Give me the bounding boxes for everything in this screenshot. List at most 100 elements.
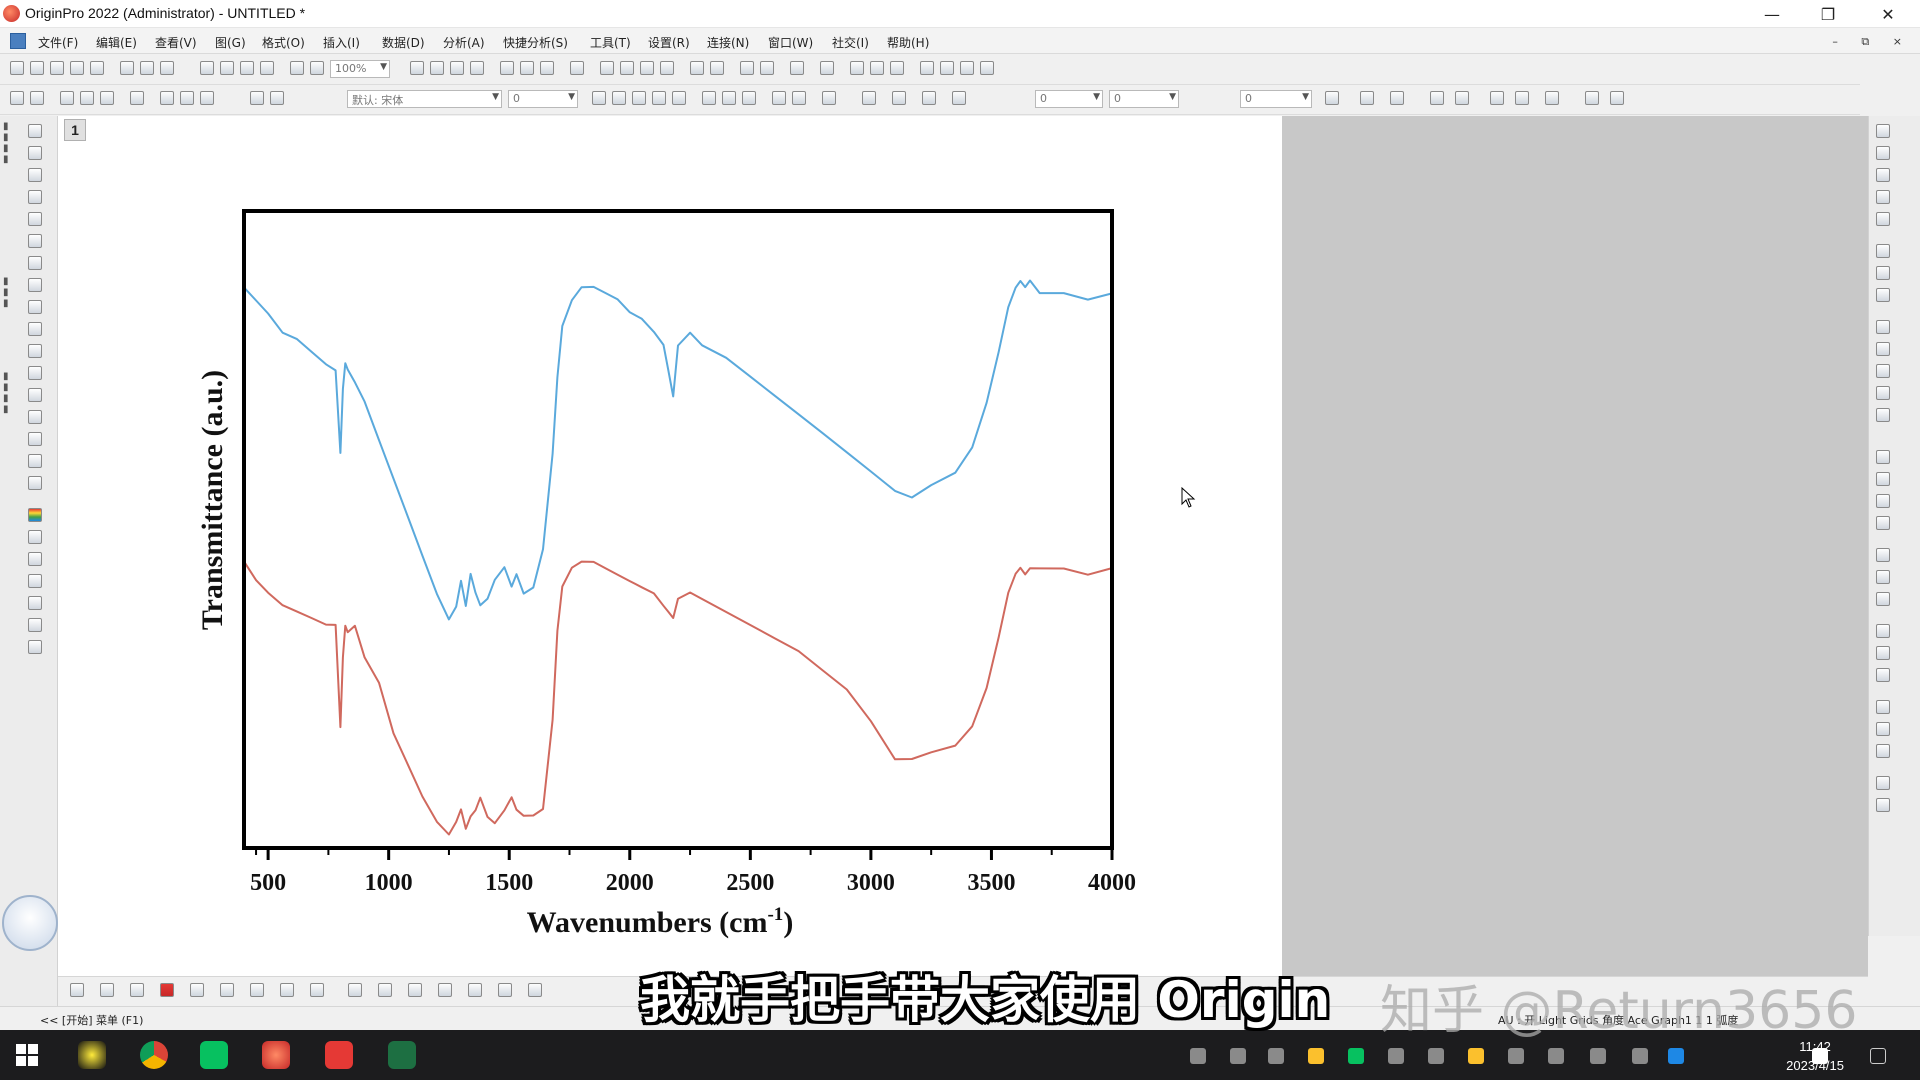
circle-tool-icon[interactable] (28, 410, 42, 424)
menu-help[interactable]: 帮助(H) (887, 34, 929, 51)
plot-setup-icon[interactable] (468, 983, 482, 997)
add-new-columns-icon[interactable] (570, 61, 584, 75)
export-icon[interactable] (1876, 624, 1890, 638)
delete-icon[interactable] (180, 91, 194, 105)
tray-wechat-icon[interactable] (1348, 1048, 1364, 1064)
scatter-plot-icon[interactable] (1876, 146, 1890, 160)
cell-icon[interactable] (80, 91, 94, 105)
qq-icon[interactable] (78, 1041, 106, 1069)
group-icon[interactable] (200, 91, 214, 105)
polar-icon[interactable] (1876, 408, 1890, 422)
y-axis-label[interactable]: Transmittance (a.u.) (196, 370, 229, 630)
symbol-size-select[interactable]: 0 ▼ (1240, 90, 1312, 108)
color-scale-icon[interactable] (660, 61, 674, 75)
new-legend-icon[interactable] (640, 61, 654, 75)
insert-icon[interactable] (160, 91, 174, 105)
left-align-icon[interactable] (772, 91, 786, 105)
save-template-icon[interactable] (260, 61, 274, 75)
menu-format[interactable]: 格式(O) (262, 34, 305, 51)
arrange-icon[interactable] (1876, 450, 1890, 464)
freehand-tool-icon[interactable] (28, 476, 42, 490)
rectangle-tool-icon[interactable] (28, 388, 42, 402)
font-color-icon[interactable] (822, 91, 836, 105)
tray-wifi-icon[interactable] (1548, 1048, 1564, 1064)
greek-icon[interactable] (702, 91, 716, 105)
baseline-icon[interactable] (1876, 744, 1890, 758)
project-explorer-icon[interactable] (430, 61, 444, 75)
add-plot-icon[interactable] (690, 61, 704, 75)
layer-management-icon[interactable] (528, 983, 542, 997)
merge-graphs-icon[interactable] (498, 983, 512, 997)
screen-reader-icon[interactable] (28, 212, 42, 226)
peak-icon[interactable] (1876, 776, 1890, 790)
menu-graph[interactable]: 图(G) (215, 34, 246, 51)
minimize-button[interactable]: — (1744, 0, 1800, 28)
distribute-icon[interactable] (270, 91, 284, 105)
apps-panel-strip[interactable] (1896, 116, 1920, 936)
flip-icon[interactable] (1876, 570, 1890, 584)
scale-icon[interactable] (1515, 91, 1529, 105)
subscript-icon[interactable] (672, 91, 686, 105)
underline-icon[interactable] (632, 91, 646, 105)
open-template-icon[interactable] (140, 61, 154, 75)
arrow-tool-icon[interactable] (28, 344, 42, 358)
set-y-icon[interactable] (870, 61, 884, 75)
column-plot-icon[interactable] (740, 61, 754, 75)
3d-plot-icon[interactable] (348, 983, 362, 997)
table-insert-icon[interactable] (28, 596, 42, 610)
line-symbol-icon[interactable] (130, 983, 144, 997)
new-notes-icon[interactable] (90, 61, 104, 75)
data-reader-icon[interactable] (28, 234, 42, 248)
style-toolbar-icon[interactable] (10, 91, 24, 105)
series-line-2[interactable] (243, 560, 1113, 836)
ftir-chart[interactable]: 500 1000 1500 2000 2500 3000 3500 4000 Transmit… (170, 195, 1160, 955)
restore-button[interactable]: ❐ (1800, 0, 1856, 28)
text-tool-icon[interactable] (28, 322, 42, 336)
add-layer-icon[interactable] (620, 61, 634, 75)
x-axis-label[interactable]: Wavenumbers (cm-1) (527, 904, 794, 939)
menu-insert[interactable]: 插入(I) (323, 34, 360, 51)
plot-frame[interactable] (242, 209, 1114, 850)
pattern-icon[interactable] (1325, 91, 1339, 105)
template-library-icon[interactable] (438, 983, 452, 997)
area-icon[interactable] (1876, 244, 1890, 258)
italic-icon[interactable] (612, 91, 626, 105)
copy-page-icon[interactable] (1876, 646, 1890, 660)
send-icon[interactable] (1876, 668, 1890, 682)
merge-icon[interactable] (1876, 472, 1890, 486)
bold-icon[interactable] (592, 91, 606, 105)
menu-analysis[interactable]: 分析(A) (443, 34, 485, 51)
3d-surface-icon[interactable] (378, 983, 392, 997)
series-line-1[interactable] (243, 279, 1113, 621)
open-icon[interactable] (120, 61, 134, 75)
object-manager-icon[interactable] (540, 61, 554, 75)
font-size-select[interactable]: 0 ▼ (508, 90, 578, 108)
align-icon[interactable] (250, 91, 264, 105)
move-up-icon[interactable] (960, 61, 974, 75)
tray-search-icon[interactable] (1668, 1048, 1684, 1064)
line-width-select[interactable]: 0 ▼ (1109, 90, 1179, 108)
statistics-plot-icon[interactable] (220, 983, 234, 997)
results-log-icon[interactable] (450, 61, 464, 75)
symbol-color-icon[interactable] (952, 91, 966, 105)
magnify-icon[interactable] (1430, 91, 1444, 105)
menu-data[interactable]: 数据(D) (382, 34, 425, 51)
tray-battery-icon[interactable] (1508, 1048, 1524, 1064)
tray-pen-icon[interactable] (1590, 1048, 1606, 1064)
pattern-color-icon[interactable] (892, 91, 906, 105)
line-plot-icon[interactable] (70, 983, 84, 997)
import-wizard-icon[interactable] (220, 61, 234, 75)
zoom-select[interactable]: 100% ▼ (330, 60, 390, 78)
menu-tools[interactable]: 工具(T) (590, 34, 631, 51)
move-right-icon[interactable] (940, 61, 954, 75)
zoom-in-icon[interactable] (28, 168, 42, 182)
draw-data-icon[interactable] (28, 278, 42, 292)
plot-area[interactable] (242, 209, 1114, 850)
scatter-plot-icon[interactable] (100, 983, 114, 997)
notification-icon[interactable] (1870, 1048, 1886, 1064)
new-project-icon[interactable] (10, 61, 24, 75)
duplicate-icon[interactable] (410, 61, 424, 75)
close-button[interactable]: ✕ (1860, 0, 1916, 28)
tray-qq-icon[interactable] (1428, 1048, 1444, 1064)
set-z-icon[interactable] (890, 61, 904, 75)
